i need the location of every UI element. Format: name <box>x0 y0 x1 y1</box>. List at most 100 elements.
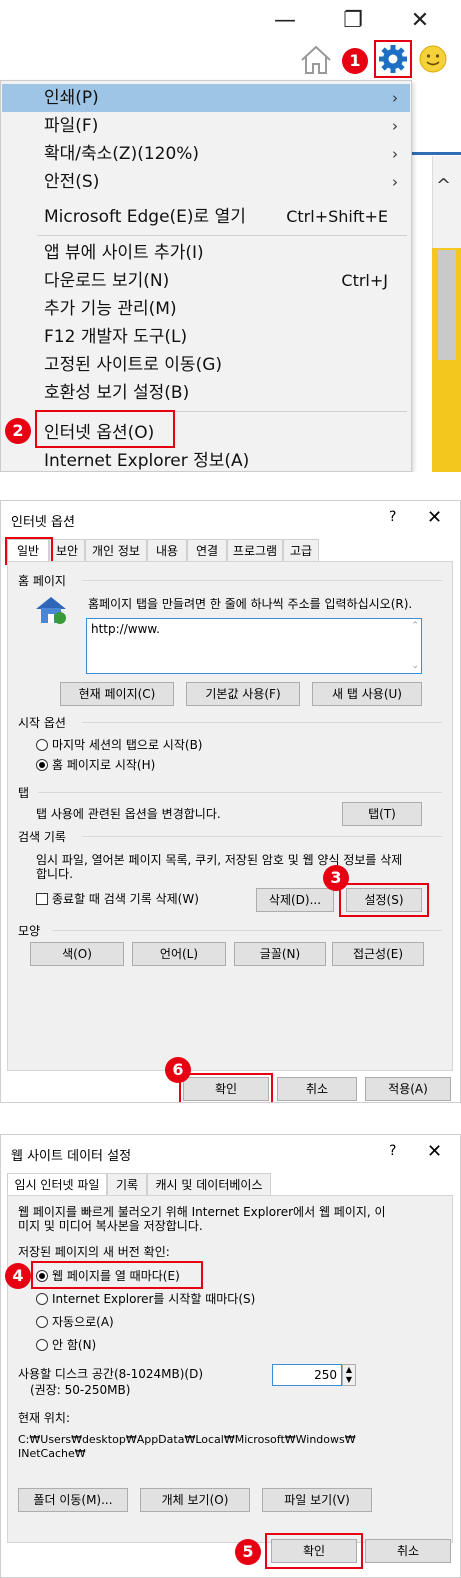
view-files-button[interactable]: 파일 보기(V) <box>262 1488 372 1512</box>
tabs-description: 탭 사용에 관련된 옵션을 변경합니다. <box>36 807 221 821</box>
step-badge-1: 1 <box>342 48 368 74</box>
tab-temp-files[interactable]: 임시 인터넷 파일 <box>7 1173 107 1195</box>
dialog-title: 웹 사이트 데이터 설정 <box>11 1149 132 1164</box>
tab-history[interactable]: 기록 <box>107 1173 147 1195</box>
current-location-label: 현재 위치: <box>18 1411 71 1425</box>
menu-item-pinned-sites[interactable]: 고정된 사이트로 이동(G) <box>2 351 410 379</box>
menu-item-file[interactable]: 파일(F) › <box>2 112 410 140</box>
home-page-description: 홈페이지 탭을 만들려면 한 줄에 하나씩 주소를 입력하십시오(R). <box>88 597 413 611</box>
menu-item-open-edge[interactable]: Microsoft Edge(E)로 열기 Ctrl+Shift+E <box>2 203 410 231</box>
menu-item-add-site-app-view[interactable]: 앱 뷰에 사이트 추가(I) <box>2 239 410 267</box>
languages-button[interactable]: 언어(L) <box>132 942 226 966</box>
temp-files-description-line2: 미지 및 미디어 복사본을 저장합니다. <box>18 1219 203 1233</box>
close-button[interactable]: ✕ <box>427 507 442 528</box>
minimize-button[interactable]: — <box>270 8 300 34</box>
highlight-history-settings <box>339 883 429 917</box>
home-page-heading: 홈 페이지 <box>18 574 66 588</box>
menu-item-print[interactable]: 인쇄(P) › <box>2 84 410 112</box>
move-folder-button[interactable]: 폴더 이동(M)... <box>18 1488 128 1512</box>
help-button[interactable]: ? <box>389 1143 396 1159</box>
view-objects-button[interactable]: 개체 보기(O) <box>140 1488 250 1512</box>
delete-on-exit-checkbox[interactable] <box>36 893 48 905</box>
tab-programs[interactable]: 프로그램 <box>227 539 283 561</box>
chevron-right-icon: › <box>392 89 398 107</box>
home-icon[interactable] <box>299 44 333 76</box>
menu-item-about-ie[interactable]: Internet Explorer 정보(A) <box>2 447 410 472</box>
tab-bar: 일반 보안 개인 정보 내용 연결 프로그램 고급 <box>7 539 457 561</box>
tabs-heading: 탭 <box>18 786 30 800</box>
use-new-tab-button[interactable]: 새 탭 사용(U) <box>312 682 422 706</box>
radio-never-label: 안 함(N) <box>52 1338 97 1352</box>
radio-automatic-label: 자동으로(A) <box>52 1315 114 1329</box>
check-newer-label: 저장된 페이지의 새 버전 확인: <box>18 1245 170 1259</box>
use-default-button[interactable]: 기본값 사용(F) <box>186 682 300 706</box>
home-page-icon <box>36 597 66 624</box>
smiley-feedback-icon[interactable] <box>418 44 448 74</box>
section-divider <box>38 792 442 793</box>
close-button[interactable]: ✕ <box>427 1141 442 1162</box>
radio-automatic[interactable] <box>36 1316 48 1328</box>
chevron-right-icon: › <box>392 145 398 163</box>
section-divider <box>82 836 442 837</box>
shortcut-label: Ctrl+J <box>341 271 388 290</box>
help-button[interactable]: ? <box>389 509 396 525</box>
menu-item-view-downloads[interactable]: 다운로드 보기(N) Ctrl+J <box>2 267 410 295</box>
menu-item-compat-view[interactable]: 호환성 보기 설정(B) <box>2 379 410 407</box>
close-button[interactable]: ✕ <box>405 8 435 34</box>
restore-button[interactable]: ❐ <box>338 8 368 34</box>
tab-cache-db[interactable]: 캐시 및 데이터베이스 <box>147 1173 271 1195</box>
radio-home-page[interactable] <box>36 759 48 771</box>
delete-history-button[interactable]: 삭제(D)... <box>256 888 334 912</box>
startup-heading: 시작 옵션 <box>18 716 66 730</box>
current-location-path-line2: INetCache₩ <box>18 1447 86 1460</box>
radio-every-start-label: Internet Explorer를 시작할 때마다(S) <box>52 1292 256 1306</box>
history-description-line2: 합니다. <box>36 867 73 881</box>
menu-item-zoom[interactable]: 확대/축소(Z)(120%) › <box>2 140 410 168</box>
tab-content[interactable]: 내용 <box>147 539 187 561</box>
temp-files-tab-page: 웹 페이지를 빠르게 불러오기 위해 Internet Explorer에서 웹… <box>7 1195 453 1543</box>
scroll-thumb[interactable] <box>438 250 456 360</box>
website-data-settings-dialog: 웹 사이트 데이터 설정 ? ✕ 임시 인터넷 파일 기록 캐시 및 데이터베이… <box>0 1134 461 1578</box>
radio-last-session[interactable] <box>36 739 48 751</box>
radio-never[interactable] <box>36 1339 48 1351</box>
highlight-internet-options <box>35 410 175 448</box>
internet-options-dialog: 인터넷 옵션 ? ✕ 일반 보안 개인 정보 내용 연결 프로그램 고급 홈 페… <box>0 500 461 1103</box>
accessibility-button[interactable]: 접근성(E) <box>332 942 424 966</box>
radio-every-start[interactable] <box>36 1293 48 1305</box>
appearance-heading: 모양 <box>18 924 41 938</box>
scroll-up-icon[interactable]: ^ <box>436 175 451 196</box>
disk-space-hint: (권장: 50-250MB) <box>30 1383 131 1397</box>
disk-space-spinner[interactable]: ▲ ▼ <box>342 1364 356 1386</box>
cancel-button[interactable]: 취소 <box>277 1077 357 1101</box>
menu-item-f12-devtools[interactable]: F12 개발자 도구(L) <box>2 323 410 351</box>
gear-icon[interactable] <box>378 44 408 74</box>
spin-down-icon[interactable]: ▼ <box>343 1375 355 1385</box>
tabs-settings-button[interactable]: 탭(T) <box>342 802 422 826</box>
spin-up-icon[interactable]: ▲ <box>343 1365 355 1375</box>
general-tab-page: 홈 페이지 홈페이지 탭을 만들려면 한 줄에 하나씩 주소를 입력하십시오(R… <box>7 561 453 1071</box>
section-divider <box>82 722 442 723</box>
apply-button[interactable]: 적용(A) <box>365 1077 451 1101</box>
tab-advanced[interactable]: 고급 <box>283 539 319 561</box>
tab-security[interactable]: 보안 <box>49 539 85 561</box>
step-badge-3: 3 <box>323 865 349 891</box>
fonts-button[interactable]: 글꼴(N) <box>234 942 326 966</box>
home-page-url-input[interactable]: http://www. ⌃ ⌄ <box>86 618 422 674</box>
page-accent-line <box>410 152 461 155</box>
menu-item-manage-addons[interactable]: 추가 기능 관리(M) <box>2 295 410 323</box>
colors-button[interactable]: 색(O) <box>30 942 124 966</box>
step-badge-2: 2 <box>5 418 31 444</box>
section-divider <box>82 580 442 581</box>
history-description-line1: 임시 파일, 열어본 페이지 목록, 쿠키, 저장된 암호 및 웹 양식 정보를… <box>36 853 403 867</box>
shortcut-label: Ctrl+Shift+E <box>286 207 388 226</box>
menu-item-safety[interactable]: 안전(S) › <box>2 168 410 196</box>
section-divider <box>52 930 442 931</box>
disk-space-input[interactable]: 250 <box>272 1364 342 1386</box>
tab-privacy[interactable]: 개인 정보 <box>85 539 147 561</box>
step-badge-6: 6 <box>165 1057 191 1083</box>
cancel-button[interactable]: 취소 <box>365 1539 451 1563</box>
use-current-button[interactable]: 현재 페이지(C) <box>60 682 174 706</box>
chevron-right-icon: › <box>392 173 398 191</box>
radio-last-session-label: 마지막 세션의 탭으로 시작(B) <box>52 738 203 752</box>
tab-connections[interactable]: 연결 <box>187 539 227 561</box>
